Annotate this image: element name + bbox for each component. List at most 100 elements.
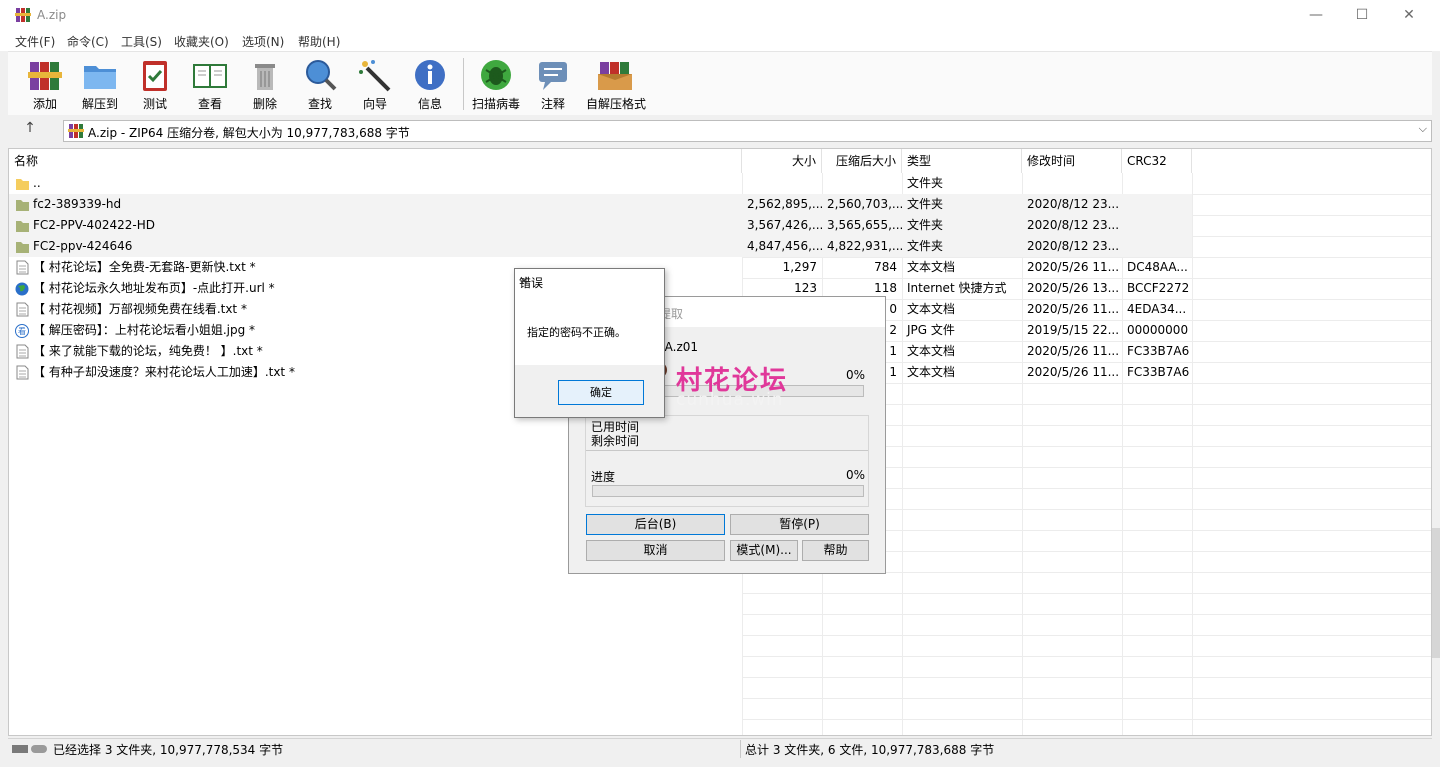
text-file-icon [16, 344, 29, 359]
virus-scan-button[interactable]: 扫描病毒 [467, 54, 525, 112]
address-text: A.zip - ZIP64 压缩分卷, 解包大小为 10,977,783,688… [88, 126, 410, 140]
column-crc32[interactable]: CRC32 [1122, 149, 1192, 173]
sfx-button[interactable]: 自解压格式 [586, 54, 646, 112]
comment-button[interactable]: 注释 [524, 54, 582, 112]
file-modified: 2020/5/26 11... [1027, 302, 1120, 316]
close-button[interactable]: ✕ [1386, 0, 1432, 30]
file-size: 1,297 [782, 260, 817, 274]
address-bar: ↑ A.zip - ZIP64 压缩分卷, 解包大小为 10,977,783,6… [8, 117, 1432, 145]
find-button[interactable]: 查找 [291, 54, 349, 112]
delete-button[interactable]: 删除 [236, 54, 294, 112]
group-divider [586, 450, 868, 451]
up-arrow-icon[interactable]: ↑ [20, 120, 40, 140]
file-size: 2,562,895,... [747, 197, 822, 211]
menu-tools[interactable]: 工具(S) [121, 33, 162, 50]
total-progress-percent: 0% [846, 468, 866, 482]
toolbar: 添加 解压到 测试 查看 删除 查找 向导 信息 扫描病毒 注释 自解压格式 [8, 51, 1432, 115]
window-title: A.zip [37, 8, 67, 22]
globe-icon [15, 282, 29, 296]
address-field[interactable]: A.zip - ZIP64 压缩分卷, 解包大小为 10,977,783,688… [63, 120, 1432, 142]
progress-label: 进度 [591, 470, 616, 484]
info-label: 信息 [417, 97, 442, 111]
row-gridline [742, 614, 1431, 615]
total-progress-bar [592, 485, 864, 497]
file-type: 文本文档 [907, 365, 956, 379]
extract-to-button[interactable]: 解压到 [71, 54, 129, 112]
close-icon[interactable]: ✕ [519, 274, 656, 288]
column-type[interactable]: 类型 [902, 149, 1022, 173]
menu-file[interactable]: 文件(F) [15, 33, 55, 50]
maximize-button[interactable]: ☐ [1339, 0, 1385, 30]
toolbar-separator [463, 58, 464, 110]
menu-commands[interactable]: 命令(C) [67, 33, 109, 50]
column-packed[interactable]: 压缩后大小 [822, 149, 902, 173]
file-type: 文本文档 [907, 344, 956, 358]
info-button[interactable]: 信息 [401, 54, 459, 112]
test-label: 测试 [142, 97, 167, 111]
cancel-button[interactable]: 取消 [586, 540, 725, 561]
info-icon [415, 60, 445, 90]
table-row[interactable]: FC2-ppv-424646 4,847,456,... 4,822,931,...… [9, 236, 1192, 257]
minimize-button[interactable]: — [1293, 0, 1339, 30]
status-bar: 已经选择 3 文件夹, 10,977,778,534 字节 总计 3 文件夹, … [8, 738, 1432, 759]
row-gridline [742, 719, 1431, 720]
wizard-button[interactable]: 向导 [346, 54, 404, 112]
folder-extract-icon [84, 66, 116, 89]
table-row[interactable]: 【 村花论坛】全免费-无套路-更新快.txt * 1,297 784 文本文档 2020… [9, 257, 1431, 278]
add-button[interactable]: 添加 [16, 54, 74, 112]
file-modified: 2020/5/26 11... [1027, 344, 1120, 358]
table-row[interactable]: FC2-PPV-402422-HD 3,567,426,... 3,565,655,… [9, 215, 1192, 236]
row-gridline [742, 698, 1431, 699]
help-button[interactable]: 帮助 [802, 540, 869, 561]
table-row[interactable]: .. 文件夹 [9, 173, 1431, 194]
file-size [742, 173, 822, 194]
file-modified: 2020/8/12 23... [1027, 239, 1120, 253]
file-type: 文件夹 [907, 197, 944, 211]
menu-help[interactable]: 帮助(H) [298, 33, 340, 50]
file-type: 文本文档 [907, 260, 956, 274]
chevron-down-icon[interactable]: ⌵ [1419, 122, 1427, 136]
row-gridline [742, 677, 1431, 678]
folder-icon [16, 200, 29, 211]
file-type: 文本文档 [907, 302, 956, 316]
table-row[interactable]: fc2-389339-hd 2,562,895,... 2,560,703,... 文… [9, 194, 1192, 215]
clipboard-check-icon [143, 61, 167, 91]
background-button[interactable]: 后台(B) [586, 514, 725, 535]
file-name: fc2-389339-hd [33, 197, 122, 211]
file-name: FC2-PPV-402422-HD [33, 218, 155, 232]
error-message: 指定的密码不正确。 [527, 326, 626, 339]
file-type: 文件夹 [907, 218, 944, 232]
row-gridline [742, 593, 1431, 594]
text-file-icon [16, 365, 29, 380]
svg-text:看: 看 [18, 327, 26, 336]
trash-icon [255, 64, 275, 90]
open-book-icon [193, 64, 227, 88]
test-button[interactable]: 测试 [126, 54, 184, 112]
winrar-window: A.zip — ☐ ✕ 文件(F) 命令(C) 工具(S) 收藏夹(O) 选项(… [0, 0, 1440, 767]
ok-button[interactable]: 确定 [558, 380, 644, 405]
file-crc32: 4EDA34... [1127, 302, 1187, 316]
file-type: Internet 快捷方式 [907, 281, 1007, 295]
menu-favorites[interactable]: 收藏夹(O) [174, 33, 229, 50]
menu-bar: 文件(F) 命令(C) 工具(S) 收藏夹(O) 选项(N) 帮助(H) [0, 30, 1440, 51]
file-packed-size: 784 [874, 260, 897, 274]
desktop-edge [1432, 528, 1440, 658]
file-name: .. [33, 176, 41, 190]
file-crc32 [1122, 215, 1192, 236]
add-label: 添加 [32, 97, 57, 111]
file-name: FC2-ppv-424646 [33, 239, 133, 253]
text-file-icon [16, 302, 29, 317]
virus-scan-label: 扫描病毒 [471, 97, 520, 111]
column-modified[interactable]: 修改时间 [1022, 149, 1122, 173]
file-crc32 [1122, 194, 1192, 215]
error-dialog: 错误 ✕ 指定的密码不正确。 确定 [514, 268, 665, 418]
mode-button[interactable]: 模式(M)... [730, 540, 798, 561]
menu-options[interactable]: 选项(N) [242, 33, 284, 50]
view-button[interactable]: 查看 [181, 54, 239, 112]
file-size: 3,567,426,... [747, 218, 822, 232]
magnifier-icon [306, 60, 337, 91]
folder-icon [16, 242, 29, 253]
column-size[interactable]: 大小 [742, 149, 822, 173]
comment-icon [539, 62, 567, 90]
pause-button[interactable]: 暂停(P) [730, 514, 869, 535]
